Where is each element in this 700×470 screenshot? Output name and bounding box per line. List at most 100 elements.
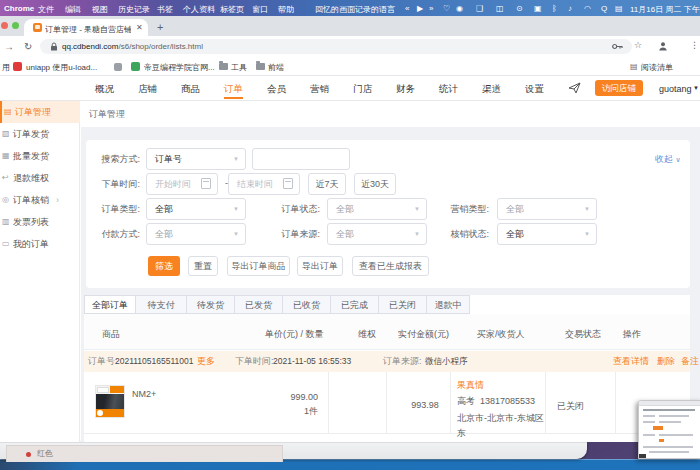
- sidebar-item-invoices[interactable]: ▥发票列表: [0, 211, 80, 233]
- tab-pending-ship[interactable]: 待发货: [186, 295, 235, 314]
- media-play-icon[interactable]: ▶: [417, 4, 423, 13]
- order-row[interactable]: NM2+ 999.00 1件 993.98 果真情 高考 13817085533…: [84, 372, 690, 434]
- nav-stores[interactable]: 门店: [353, 83, 372, 96]
- last-30-days-button[interactable]: 近30天: [354, 173, 396, 195]
- verify-status-select[interactable]: 全部▼: [497, 223, 597, 245]
- nav-settings[interactable]: 设置: [525, 83, 544, 96]
- control-center-icon[interactable]: ▤: [615, 4, 623, 13]
- nav-overview[interactable]: 概况: [95, 83, 114, 96]
- marketing-type-select[interactable]: 全部▼: [497, 198, 597, 220]
- visit-shop-button[interactable]: 访问店铺: [595, 80, 643, 96]
- collapse-link[interactable]: 收起 ∨: [655, 153, 681, 166]
- wifi-icon[interactable]: ◠: [584, 4, 591, 13]
- tab-shipped[interactable]: 已发货: [234, 295, 283, 314]
- bluetooth-icon[interactable]: ᛒ: [552, 4, 557, 13]
- app-status-icon[interactable]: ▣: [534, 4, 542, 13]
- menu-profiles[interactable]: 个人资料: [183, 4, 215, 15]
- media-next-icon[interactable]: »: [429, 4, 433, 13]
- pay-method-select[interactable]: 全部▼: [146, 223, 246, 245]
- remark-link[interactable]: 备注: [681, 351, 699, 372]
- tab-refunding[interactable]: 退款中: [426, 295, 470, 314]
- order-type-select[interactable]: 全部▼: [146, 198, 246, 220]
- tab-completed[interactable]: 已完成: [330, 295, 379, 314]
- order-status-select[interactable]: 全部▼: [327, 198, 427, 220]
- nav-channels[interactable]: 渠道: [482, 83, 501, 96]
- forward-button[interactable]: →: [4, 41, 14, 52]
- menu-history[interactable]: 历史记录: [118, 4, 150, 15]
- menu-chrome[interactable]: Chrome: [4, 4, 34, 13]
- sidebar-item-my-orders[interactable]: ▭我的订单: [0, 233, 80, 255]
- spotlight-search-icon[interactable]: Q: [601, 4, 607, 13]
- menu-tabs[interactable]: 标签页: [220, 4, 244, 15]
- tab-pending-pay[interactable]: 待支付: [135, 295, 187, 314]
- preview-window[interactable]: [638, 400, 700, 459]
- dropdown-option-red[interactable]: 红色: [37, 446, 53, 462]
- menu-edit[interactable]: 编辑: [65, 4, 81, 15]
- media-prev-icon[interactable]: «: [405, 4, 409, 13]
- chrome-menu-icon[interactable]: ⋮: [690, 40, 699, 50]
- reading-list-label[interactable]: 阅读清单: [641, 62, 673, 73]
- more-link[interactable]: 更多: [197, 351, 215, 372]
- menu-file[interactable]: 文件: [38, 4, 54, 15]
- new-tab-button[interactable]: +: [157, 21, 163, 33]
- search-input[interactable]: [252, 148, 350, 170]
- paper-plane-icon[interactable]: [568, 82, 581, 94]
- nav-finance[interactable]: 财务: [396, 83, 415, 96]
- sidebar-item-verify[interactable]: ◎订单核销›: [0, 189, 80, 211]
- close-window-button[interactable]: [1, 22, 8, 29]
- mic-status-icon[interactable]: ♪: [568, 4, 572, 13]
- menu-bookmarks[interactable]: 书签: [157, 4, 173, 15]
- nav-members[interactable]: 会员: [267, 83, 286, 96]
- bookmark-star-icon[interactable]: ☆: [634, 40, 642, 50]
- buyer-name[interactable]: 果真情: [457, 379, 484, 392]
- tab-closed[interactable]: 已关闭: [378, 295, 427, 314]
- nav-marketing[interactable]: 营销: [310, 83, 329, 96]
- tab-all-orders[interactable]: 全部订单: [84, 295, 136, 314]
- delete-link[interactable]: 删除: [657, 351, 675, 372]
- order-source-select[interactable]: 全部▼: [327, 223, 427, 245]
- export-order-products-button[interactable]: 导出订单商品: [227, 256, 290, 276]
- filter-button[interactable]: 筛选: [148, 256, 180, 276]
- view-reports-button[interactable]: 查看已生成报表: [352, 256, 429, 276]
- verify-status-label: 核销状态:: [449, 228, 489, 241]
- nav-shop[interactable]: 店铺: [138, 83, 157, 96]
- menubar-clock[interactable]: 11月16日 周二 下午: [630, 4, 700, 15]
- menu-window[interactable]: 窗口: [252, 4, 268, 15]
- bookmark-uniapp[interactable]: uniapp 使用u-load...: [26, 62, 97, 73]
- export-orders-button[interactable]: 导出订单: [297, 256, 343, 276]
- menu-view[interactable]: 视图: [92, 4, 108, 15]
- menu-help[interactable]: 帮助: [278, 4, 294, 15]
- bookmark-folder-frontend[interactable]: 前端: [268, 62, 284, 73]
- bookmark-folder-tools[interactable]: 工具: [231, 62, 247, 73]
- zoom-window-button[interactable]: [12, 22, 19, 29]
- apps-shortcut[interactable]: 用: [2, 62, 10, 73]
- profile-avatar-icon[interactable]: [658, 41, 668, 51]
- user-menu[interactable]: guotang: [659, 84, 692, 94]
- search-type-select[interactable]: 订单号▼: [146, 148, 246, 170]
- tab-received[interactable]: 已收货: [282, 295, 331, 314]
- reload-button[interactable]: ↻: [24, 41, 32, 52]
- nav-orders[interactable]: 订单: [224, 83, 243, 96]
- nav-products[interactable]: 商品: [181, 83, 200, 96]
- reset-button[interactable]: 重置: [188, 256, 218, 276]
- sidebar-item-refund[interactable]: ↩退款维权: [0, 167, 80, 189]
- heart-icon[interactable]: ♡: [443, 4, 450, 13]
- music-app-icon[interactable]: ◉: [456, 4, 463, 13]
- end-time-input[interactable]: 结束时间: [228, 173, 300, 195]
- receiver-address: 北京市-北京市-东城区: [457, 412, 544, 425]
- chat-status-icon[interactable]: ❑: [476, 4, 483, 13]
- record-status-icon[interactable]: ⊙: [516, 4, 523, 13]
- reading-list-icon[interactable]: ▤: [630, 62, 638, 71]
- sidebar-item-order-manage[interactable]: ▤订单管理: [0, 101, 80, 123]
- nav-stats[interactable]: 统计: [439, 83, 458, 96]
- my-orders-icon: ▭: [2, 233, 10, 255]
- tab-close-icon[interactable]: ✕: [136, 23, 143, 32]
- display-status-icon[interactable]: ◫: [496, 4, 504, 13]
- sidebar-item-batch-ship[interactable]: ▦批量发货: [0, 145, 80, 167]
- last-7-days-button[interactable]: 近7天: [308, 173, 346, 195]
- bookmark-school[interactable]: 帝豆编程学院官网...: [144, 62, 215, 73]
- sidebar-item-order-ship[interactable]: ▧订单发货: [0, 123, 80, 145]
- start-time-input[interactable]: 开始时间: [146, 173, 218, 195]
- password-key-icon[interactable]: [612, 42, 623, 51]
- view-detail-link[interactable]: 查看详情: [613, 351, 649, 372]
